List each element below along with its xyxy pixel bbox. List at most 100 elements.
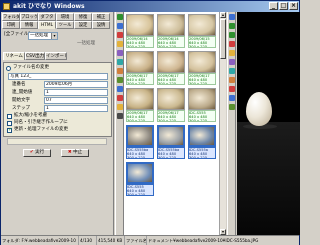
refresh-icon[interactable] [117, 14, 123, 20]
status-size: 415,540 KB [97, 236, 125, 245]
view-icon[interactable] [229, 14, 235, 20]
loop-checkbox[interactable] [7, 121, 12, 126]
tab-print[interactable]: 印刷 [2, 21, 20, 29]
crop-icon[interactable] [229, 77, 235, 83]
grid-scrollbar[interactable]: ▴ ▾ [219, 12, 226, 235]
move-icon[interactable] [117, 68, 123, 74]
star-icon[interactable] [117, 41, 123, 47]
execute-button[interactable]: ✔ 実行 [23, 149, 51, 157]
thumbnail-image [126, 14, 154, 36]
fullscreen-icon[interactable] [229, 41, 235, 47]
thumbnail-caption: 2009/06/14 640 x 480 300 x 225 [126, 36, 154, 48]
status-folder: フォルダ: F:¥.webbeadafive2009-10 [1, 236, 79, 245]
tab-repair[interactable]: 修復 [74, 13, 92, 21]
destination-field[interactable] [7, 138, 107, 145]
tab-settings[interactable]: 設定 [74, 21, 92, 29]
tab-daft[interactable]: ダフタ [38, 13, 56, 21]
tab-tools[interactable]: ツール [56, 21, 74, 29]
thumbnail-item[interactable]: 2009/06/17 640 x 480 300 x 225 [125, 50, 155, 86]
filter-icon[interactable] [117, 50, 123, 56]
info-icon[interactable] [229, 59, 235, 65]
image-preview[interactable] [237, 12, 300, 235]
update-checkbox[interactable] [7, 127, 12, 133]
thumbnail-item[interactable]: 2009/06/17 640 x 480 300 x 225 [156, 87, 186, 123]
execute-label: 実行 [35, 150, 45, 155]
settings-icon[interactable] [117, 113, 123, 119]
thumbnail-caption-line: 300 x 225 [158, 45, 177, 48]
step-field[interactable]: 1 [44, 105, 108, 112]
title-bar[interactable]: akit ひでなり Windows _ □ × [1, 1, 299, 12]
stop-button[interactable]: ✖ 中止 [61, 149, 89, 157]
thumbnail-image [157, 51, 185, 73]
thumbnail-item[interactable]: IDC-S555ba 640 x 480 300 x 225 [125, 124, 155, 160]
rename-radio[interactable] [6, 66, 11, 71]
minimize-button[interactable]: _ [269, 2, 278, 10]
field-label-2: 開始文字 [12, 98, 30, 103]
window-title: akit ひでなり Windows [13, 3, 85, 10]
tab-import[interactable]: インポート [45, 52, 67, 60]
thumbnail-item[interactable]: 2009/06/15 640 x 480 300 x 225 [187, 13, 217, 49]
thumbnail-caption-line: 300 x 225 [189, 156, 208, 159]
seq-start-field[interactable]: 1 [44, 89, 108, 96]
scale-checkbox[interactable] [7, 114, 12, 119]
edit-icon[interactable] [229, 68, 235, 74]
maximize-button[interactable]: □ [279, 2, 288, 10]
thumbnail-caption: IDC-S555 640 x 480 300 x 225 [126, 184, 154, 196]
tab-config[interactable]: 設情 [92, 21, 110, 29]
thumbnail-caption-line: 300 x 225 [158, 119, 177, 122]
thumbnail-item[interactable]: 2009/06/17 640 x 480 300 x 225 [125, 87, 155, 123]
scroll-thumb[interactable] [220, 19, 226, 59]
tab-folder[interactable]: フォルダ [2, 13, 20, 21]
thumbnail-item[interactable]: 2009/06/17 640 x 480 300 x 225 [156, 50, 186, 86]
tag-icon[interactable] [229, 104, 235, 110]
copy-icon[interactable] [117, 59, 123, 65]
thumbnail-image [126, 125, 154, 147]
close-button[interactable]: × [289, 2, 298, 10]
batch-scope-select[interactable]: 一括処理 ▾ [28, 32, 58, 40]
export-icon[interactable] [229, 95, 235, 101]
thumbnail-caption: IDC-S555ba 640 x 480 300 x 225 [157, 147, 185, 159]
rotate-icon[interactable] [117, 77, 123, 83]
folder-icon[interactable] [117, 23, 123, 29]
chevron-down-icon[interactable]: ▾ [51, 33, 57, 39]
seq-name-field[interactable]: 2009年06月 [44, 81, 108, 88]
thumbnail-item[interactable]: 2009/06/17 640 x 480 300 x 225 [187, 50, 217, 86]
thumbnail-caption: IDC-S555ba 640 x 480 300 x 225 [126, 147, 154, 159]
scroll-up-button[interactable]: ▴ [220, 12, 226, 18]
sort-icon[interactable] [117, 86, 123, 92]
preview-floor [237, 122, 300, 235]
tab-rename[interactable]: リネーム [3, 52, 25, 60]
update-checkbox-label: 更新・処理ファイルの変更 [14, 127, 68, 132]
thumbnail-item[interactable]: 2009/06/14 640 x 480 300 x 225 [125, 13, 155, 49]
tab-correct[interactable]: 補正 [92, 13, 110, 21]
tab-blocks[interactable]: ブロックス [20, 13, 38, 21]
zoom-out-icon[interactable] [229, 32, 235, 38]
flag-icon[interactable] [229, 86, 235, 92]
mark-icon[interactable] [117, 95, 123, 101]
tab-info[interactable]: 情報 [20, 21, 38, 29]
print-icon[interactable] [117, 104, 123, 110]
thumbnail-caption-line: 300 x 225 [127, 193, 146, 196]
tools-panel: フォルダ ブロックス ダフタ 環境 修復 補正 印刷 情報 HTML ツール 設… [1, 12, 114, 235]
stop-label: 中止 [73, 150, 83, 155]
start-char-field[interactable]: 07 [44, 97, 108, 104]
thumbnail-item[interactable]: IDC-S555ba 640 x 480 300 x 225 [156, 124, 186, 160]
rename-radio-label: ファイル名の変更 [13, 65, 49, 70]
thumbnail-item[interactable]: IDC-S555 640 x 480 300 x 225 [187, 87, 217, 123]
prefix-field[interactable]: 写真 123_ [8, 73, 108, 80]
thumbnail-item[interactable]: IDC-S555 640 x 480 300 x 225 [125, 161, 155, 197]
thumbnail-grid[interactable]: 2009/06/14 640 x 480 300 x 225 2009/06/14 64… [124, 12, 219, 235]
toolbar-strip-right [227, 12, 236, 235]
slideshow-icon[interactable] [229, 50, 235, 56]
delete-icon[interactable] [117, 32, 123, 38]
stop-icon: ✖ [67, 150, 72, 155]
thumbnail-item[interactable]: IDC-S555a 640 x 480 300 x 225 [187, 124, 217, 160]
toolbar-strip-left [115, 12, 124, 235]
thumbnail-item[interactable]: 2009/06/14 640 x 480 300 x 225 [156, 13, 186, 49]
tab-env[interactable]: 環境 [56, 13, 74, 21]
thumbnail-caption: 2009/06/15 640 x 480 300 x 225 [188, 36, 216, 48]
tab-html[interactable]: HTML [38, 21, 56, 29]
thumbnail-image [126, 51, 154, 73]
tab-csv[interactable]: CSV出力 [25, 52, 45, 60]
zoom-in-icon[interactable] [229, 23, 235, 29]
